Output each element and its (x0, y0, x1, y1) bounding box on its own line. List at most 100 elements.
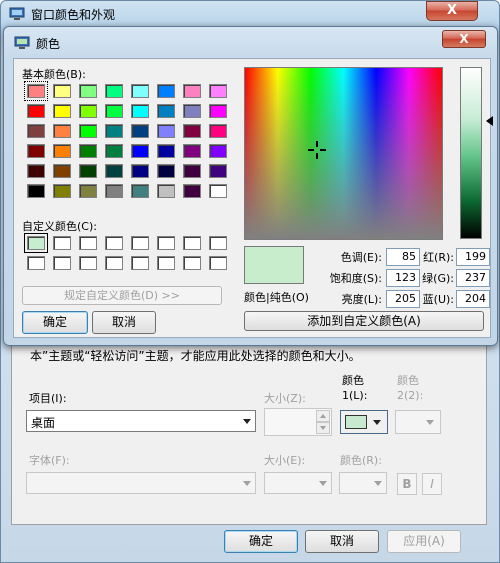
bold-button[interactable]: B (397, 473, 417, 495)
font-size-select[interactable] (264, 472, 332, 494)
basic-color-swatch-0-1[interactable] (53, 84, 71, 98)
basic-color-swatch-0-2[interactable] (79, 84, 97, 98)
basic-color-swatch-5-1[interactable] (53, 184, 71, 198)
basic-color-swatch-5-7[interactable] (209, 184, 227, 198)
basic-color-swatch-1-7[interactable] (209, 104, 227, 118)
basic-color-swatch-0-0[interactable] (24, 81, 48, 101)
spin-down-icon[interactable] (316, 422, 330, 434)
red-input[interactable]: 199 (456, 248, 490, 266)
add-to-custom-colors-button[interactable]: 添加到自定义颜色(A) (244, 311, 484, 331)
basic-color-swatch-4-1[interactable] (53, 164, 71, 178)
custom-color-swatch-1-4[interactable] (131, 256, 149, 270)
basic-color-swatch-1-1[interactable] (53, 104, 71, 118)
basic-color-swatch-4-2[interactable] (79, 164, 97, 178)
basic-color-swatch-1-6[interactable] (183, 104, 201, 118)
basic-color-swatch-0-5[interactable] (157, 84, 175, 98)
custom-color-swatch-1-1[interactable] (53, 256, 71, 270)
basic-color-swatch-0-4[interactable] (131, 84, 149, 98)
chevron-down-icon (243, 481, 251, 486)
color2-picker-button[interactable] (395, 410, 441, 434)
custom-color-swatch-1-7[interactable] (209, 256, 227, 270)
outer-window-title: 窗口颜色和外观 (31, 8, 116, 22)
custom-color-swatch-0-4[interactable] (131, 236, 149, 250)
basic-color-swatch-3-4[interactable] (131, 144, 149, 158)
dialog-cancel-button[interactable]: 取消 (92, 311, 156, 334)
basic-color-swatch-4-3[interactable] (105, 164, 123, 178)
luminance-label: 亮度(L): (341, 293, 382, 306)
green-input[interactable]: 237 (456, 269, 490, 287)
custom-color-swatch-1-6[interactable] (183, 256, 201, 270)
basic-color-swatch-0-7[interactable] (209, 84, 227, 98)
basic-color-swatch-3-1[interactable] (53, 144, 71, 158)
spin-up-icon[interactable] (316, 410, 330, 422)
basic-color-swatch-3-5[interactable] (157, 144, 175, 158)
font-color-select[interactable] (339, 472, 387, 494)
basic-color-swatch-0-3[interactable] (105, 84, 123, 98)
dialog-close-button[interactable]: X (442, 30, 486, 48)
basic-color-swatch-1-2[interactable] (79, 104, 97, 118)
custom-color-swatch-0-5[interactable] (157, 236, 175, 250)
basic-color-swatch-4-0[interactable] (27, 164, 45, 178)
custom-color-swatch-1-5[interactable] (157, 256, 175, 270)
font-select[interactable] (26, 472, 256, 494)
basic-color-swatch-2-0[interactable] (27, 124, 45, 138)
basic-color-swatch-5-6[interactable] (183, 184, 201, 198)
basic-color-swatch-4-6[interactable] (183, 164, 201, 178)
custom-color-swatch-1-0[interactable] (27, 256, 45, 270)
font-size-label: 大小(E): (264, 454, 306, 467)
basic-color-swatch-5-3[interactable] (105, 184, 123, 198)
basic-color-swatch-2-1[interactable] (53, 124, 71, 138)
basic-color-swatch-3-3[interactable] (105, 144, 123, 158)
custom-color-swatch-0-3[interactable] (105, 236, 123, 250)
basic-color-swatch-2-4[interactable] (131, 124, 149, 138)
dialog-ok-button[interactable]: 确定 (22, 311, 88, 334)
basic-color-swatch-1-4[interactable] (131, 104, 149, 118)
basic-color-swatch-2-5[interactable] (157, 124, 175, 138)
custom-color-swatch-1-3[interactable] (105, 256, 123, 270)
outer-ok-button[interactable]: 确定 (224, 530, 298, 553)
basic-color-swatch-3-0[interactable] (27, 144, 45, 158)
define-custom-colors-button[interactable]: 规定自定义颜色(D) >> (22, 286, 222, 305)
basic-color-swatch-4-7[interactable] (209, 164, 227, 178)
luminance-slider[interactable] (460, 67, 482, 239)
outer-cancel-button[interactable]: 取消 (305, 530, 379, 553)
hue-saturation-spectrum[interactable] (244, 67, 443, 240)
hue-label: 色调(E): (340, 251, 382, 264)
basic-color-swatch-2-3[interactable] (105, 124, 123, 138)
basic-color-swatch-2-7[interactable] (209, 124, 227, 138)
basic-color-swatch-0-6[interactable] (183, 84, 201, 98)
color1-picker-button[interactable] (340, 410, 388, 434)
basic-color-swatch-3-7[interactable] (209, 144, 227, 158)
custom-color-swatch-1-2[interactable] (79, 256, 97, 270)
crosshair-icon[interactable] (308, 141, 326, 159)
basic-color-swatch-3-2[interactable] (79, 144, 97, 158)
custom-color-swatch-0-7[interactable] (209, 236, 227, 250)
basic-color-swatch-5-4[interactable] (131, 184, 149, 198)
italic-button[interactable]: I (422, 473, 442, 495)
custom-color-swatch-0-1[interactable] (53, 236, 71, 250)
basic-color-swatch-5-5[interactable] (157, 184, 175, 198)
basic-color-swatch-4-4[interactable] (131, 164, 149, 178)
basic-color-swatch-1-0[interactable] (27, 104, 45, 118)
basic-color-swatch-5-0[interactable] (27, 184, 45, 198)
outer-titlebar[interactable]: 窗口颜色和外观 X (1, 1, 499, 29)
basic-color-swatch-2-2[interactable] (79, 124, 97, 138)
size-label: 大小(Z): (264, 392, 306, 405)
outer-close-button[interactable]: X (426, 1, 478, 21)
basic-color-swatch-5-2[interactable] (79, 184, 97, 198)
outer-apply-button[interactable]: 应用(A) (387, 530, 461, 553)
item-select[interactable]: 桌面 (26, 410, 256, 432)
custom-color-swatch-0-2[interactable] (79, 236, 97, 250)
blue-input[interactable]: 204 (456, 290, 490, 308)
custom-color-swatch-0-6[interactable] (183, 236, 201, 250)
chevron-down-icon (374, 481, 382, 486)
basic-color-swatch-2-6[interactable] (183, 124, 201, 138)
basic-color-swatch-1-5[interactable] (157, 104, 175, 118)
luminance-pointer-icon[interactable] (486, 116, 493, 126)
item-size-spinner[interactable] (264, 408, 332, 436)
custom-color-swatch-0-0[interactable] (24, 233, 48, 253)
basic-color-swatch-1-3[interactable] (105, 104, 123, 118)
basic-color-swatch-4-5[interactable] (157, 164, 175, 178)
font-label: 字体(F): (29, 454, 70, 467)
basic-color-swatch-3-6[interactable] (183, 144, 201, 158)
